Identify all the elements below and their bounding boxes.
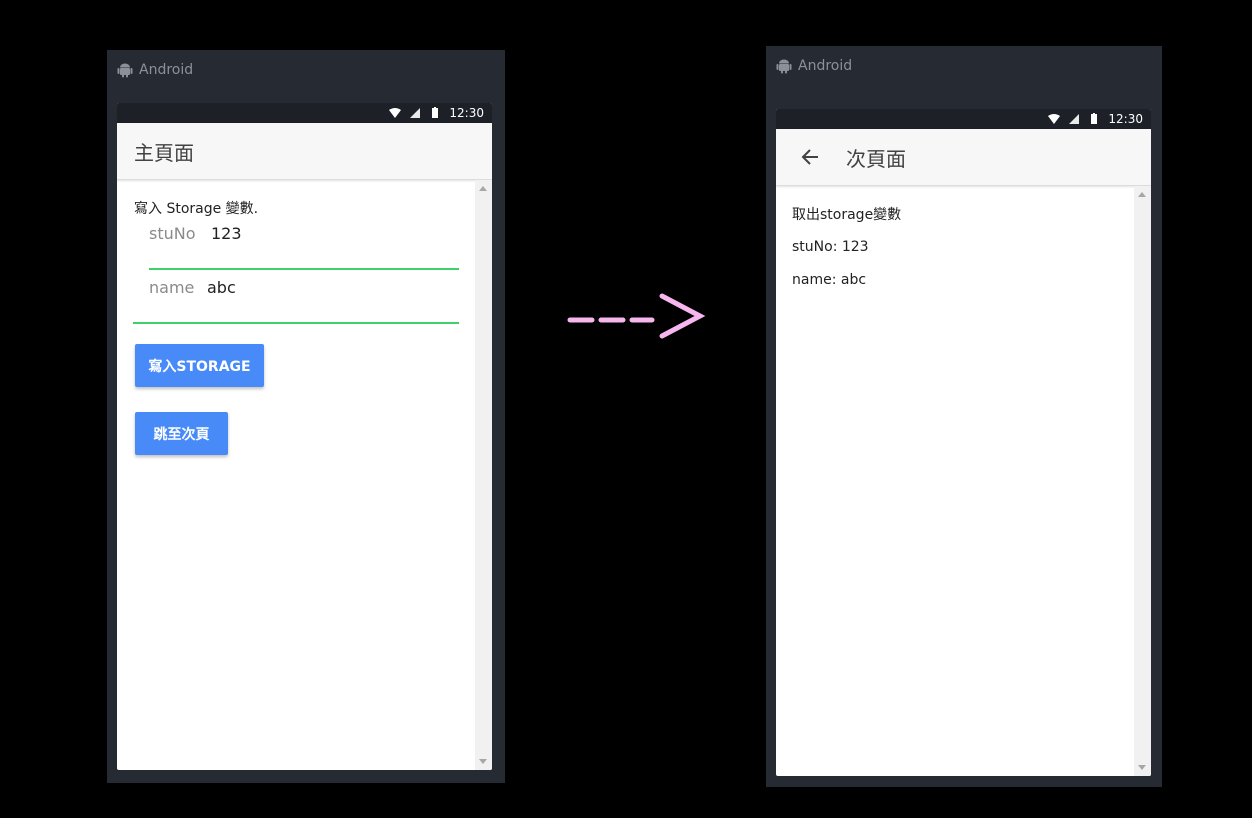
status-bar: 12:30: [117, 103, 492, 123]
platform-label: Android: [776, 56, 852, 76]
signal-icon: [410, 108, 421, 118]
stuno-text: stuNo: 123: [792, 239, 869, 255]
name-field[interactable]: name: [133, 272, 459, 324]
scroll-up-icon[interactable]: [1138, 192, 1146, 197]
name-input[interactable]: [207, 278, 407, 297]
platform-label: Android: [117, 60, 193, 80]
page-content: 寫入 Storage 變數. stuNo name 寫入STORAGE 跳至次頁: [117, 180, 492, 770]
signal-icon: [1069, 114, 1080, 124]
status-time: 12:30: [449, 106, 484, 120]
scrollbar[interactable]: [475, 180, 492, 770]
battery-icon: [432, 107, 439, 118]
device-screen: 12:30 主頁面 寫入 Storage 變數. stuNo name 寫入ST…: [117, 103, 492, 770]
android-icon: [776, 59, 792, 74]
right-device-frame: Android 12:30 次頁面 取出storage變數 stuNo: 123…: [766, 46, 1162, 787]
page-title: 次頁面: [846, 146, 906, 171]
app-toolbar: 主頁面: [117, 123, 492, 180]
name-text: name: abc: [792, 272, 867, 288]
page-title: 主頁面: [134, 140, 194, 165]
stuno-field[interactable]: stuNo: [149, 218, 459, 270]
go-next-page-button[interactable]: 跳至次頁: [135, 412, 228, 455]
intro-text: 寫入 Storage 變數.: [134, 201, 259, 217]
scroll-up-icon[interactable]: [479, 186, 487, 191]
name-label: name: [149, 278, 195, 297]
stuno-input[interactable]: [211, 224, 411, 243]
write-storage-button[interactable]: 寫入STORAGE: [135, 344, 264, 387]
platform-label-text: Android: [139, 62, 194, 78]
platform-label-text: Android: [798, 58, 853, 74]
status-bar: 12:30: [776, 109, 1151, 129]
android-icon: [117, 63, 133, 78]
storage-title-text: 取出storage變數: [792, 207, 902, 223]
stuno-label: stuNo: [149, 224, 196, 243]
page-content: 取出storage變數 stuNo: 123 name: abc: [776, 186, 1151, 776]
scroll-down-icon[interactable]: [479, 759, 487, 764]
battery-icon: [1091, 113, 1098, 124]
scrollbar[interactable]: [1134, 186, 1151, 776]
device-screen: 12:30 次頁面 取出storage變數 stuNo: 123 name: a…: [776, 109, 1151, 776]
back-arrow-icon: [801, 149, 818, 165]
back-button[interactable]: [796, 143, 824, 171]
status-time: 12:30: [1108, 112, 1143, 126]
left-device-frame: Android 12:30 主頁面 寫入 Storage 變數. stuNo n…: [107, 50, 505, 783]
app-toolbar: 次頁面: [776, 129, 1151, 186]
transition-arrow-icon: [567, 293, 706, 339]
wifi-icon: [1048, 114, 1061, 124]
scroll-down-icon[interactable]: [1138, 765, 1146, 770]
wifi-icon: [389, 108, 402, 118]
